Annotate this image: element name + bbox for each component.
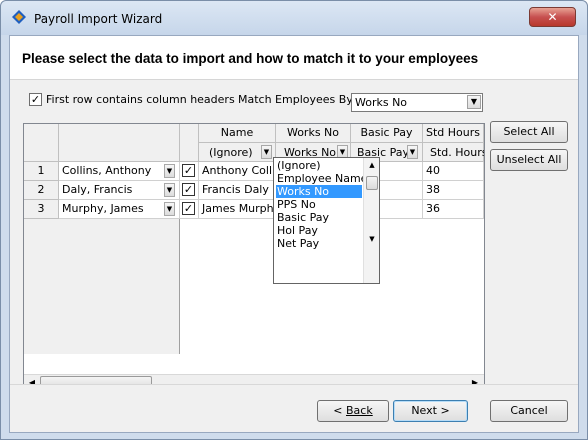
column-mapping-value: (Ignore): [209, 146, 253, 159]
dropdown-option[interactable]: Net Pay: [276, 237, 362, 250]
cancel-button[interactable]: Cancel: [490, 400, 568, 422]
wizard-window: Payroll Import Wizard ✕ Please select th…: [0, 0, 588, 440]
dropdown-scrollbar[interactable]: ▲ ▼: [363, 158, 379, 283]
scroll-up-icon[interactable]: ▲: [364, 158, 380, 172]
match-employees-value: Works No: [355, 96, 408, 109]
dropdown-arrow-icon: ▼: [164, 202, 175, 216]
column-title: Name: [199, 124, 276, 143]
row-number: 2: [24, 181, 59, 200]
close-button[interactable]: ✕: [529, 7, 576, 27]
first-row-checkbox[interactable]: ✓: [29, 93, 42, 106]
app-icon: [12, 10, 26, 24]
dropdown-arrow-icon: ▼: [164, 183, 175, 197]
dropdown-option[interactable]: PPS No: [276, 198, 362, 211]
dropdown-arrow-icon: ▼: [467, 95, 481, 109]
column-title: Works No: [276, 124, 351, 143]
close-icon: ✕: [547, 10, 558, 24]
row-number: 3: [24, 200, 59, 219]
row-include-cell: ✓: [180, 181, 199, 200]
employee-select[interactable]: Daly, Francis ▼: [59, 181, 180, 200]
window-title: Payroll Import Wizard: [34, 12, 163, 26]
table-cell: Francis Daly: [199, 181, 276, 200]
employee-select[interactable]: Collins, Anthony ▼: [59, 162, 180, 181]
column-mapping-value: Std. Hours: [430, 146, 485, 159]
row-include-cell: ✓: [180, 200, 199, 219]
title-bar: Payroll Import Wizard ✕: [1, 1, 587, 35]
table-cell: 38: [423, 181, 484, 200]
dropdown-option-selected[interactable]: Works No: [276, 185, 362, 198]
table-cell: 40: [423, 162, 484, 181]
first-row-label: First row contains column headers: [46, 93, 235, 106]
row-include-cell: ✓: [180, 162, 199, 181]
dropdown-arrow-icon: ▼: [407, 145, 418, 159]
row-include-checkbox[interactable]: ✓: [182, 202, 195, 215]
employee-value: Murphy, James: [62, 202, 144, 215]
row-include-checkbox[interactable]: ✓: [182, 164, 195, 177]
header-band: Please select the data to import and how…: [10, 36, 578, 80]
back-arrow-text: <: [333, 404, 346, 417]
checkbox-icon: ✓: [30, 93, 41, 106]
employee-value: Daly, Francis: [62, 183, 133, 196]
next-button[interactable]: Next >: [393, 400, 468, 422]
dropdown-scroll-thumb[interactable]: [366, 176, 378, 190]
dropdown-option[interactable]: Basic Pay: [276, 211, 362, 224]
dropdown-option[interactable]: (Ignore): [276, 159, 362, 172]
page-headline: Please select the data to import and how…: [22, 51, 479, 66]
dropdown-arrow-icon: ▼: [164, 164, 175, 178]
wizard-footer: < Back Next > Cancel: [10, 384, 578, 432]
table-cell: James Murphy: [199, 200, 276, 219]
row-number: 1: [24, 162, 59, 181]
scroll-down-icon[interactable]: ▼: [364, 232, 380, 246]
match-employees-label: Match Employees By: [238, 93, 353, 106]
import-grid: Name Works No Basic Pay Std Hours (Ignor…: [23, 123, 485, 391]
row-include-checkbox[interactable]: ✓: [182, 183, 195, 196]
match-employees-select[interactable]: Works No ▼: [351, 93, 483, 112]
table-cell: Anthony Collins: [199, 162, 276, 181]
employee-select[interactable]: Murphy, James ▼: [59, 200, 180, 219]
unselect-all-button[interactable]: Unselect All: [490, 149, 568, 171]
dropdown-option[interactable]: Hol Pay: [276, 224, 362, 237]
column-mapping-select[interactable]: Std. Hours: [423, 143, 484, 162]
dropdown-option[interactable]: Employee Name: [276, 172, 367, 185]
employee-value: Collins, Anthony: [62, 164, 152, 177]
column-mapping-dropdown-list[interactable]: (Ignore) Employee Name Works No PPS No B…: [273, 157, 380, 284]
column-title: Std Hours: [423, 124, 484, 143]
check-header: [180, 124, 199, 162]
dropdown-arrow-icon: ▼: [261, 145, 272, 159]
column-title: Basic Pay: [351, 124, 423, 143]
back-label: Back: [346, 404, 373, 417]
grid-corner: [24, 124, 59, 162]
back-button[interactable]: < Back: [317, 400, 389, 422]
table-cell: 36: [423, 200, 484, 219]
column-mapping-select[interactable]: (Ignore) ▼: [199, 143, 276, 162]
select-all-button[interactable]: Select All: [490, 121, 568, 143]
employee-header: [59, 124, 180, 162]
